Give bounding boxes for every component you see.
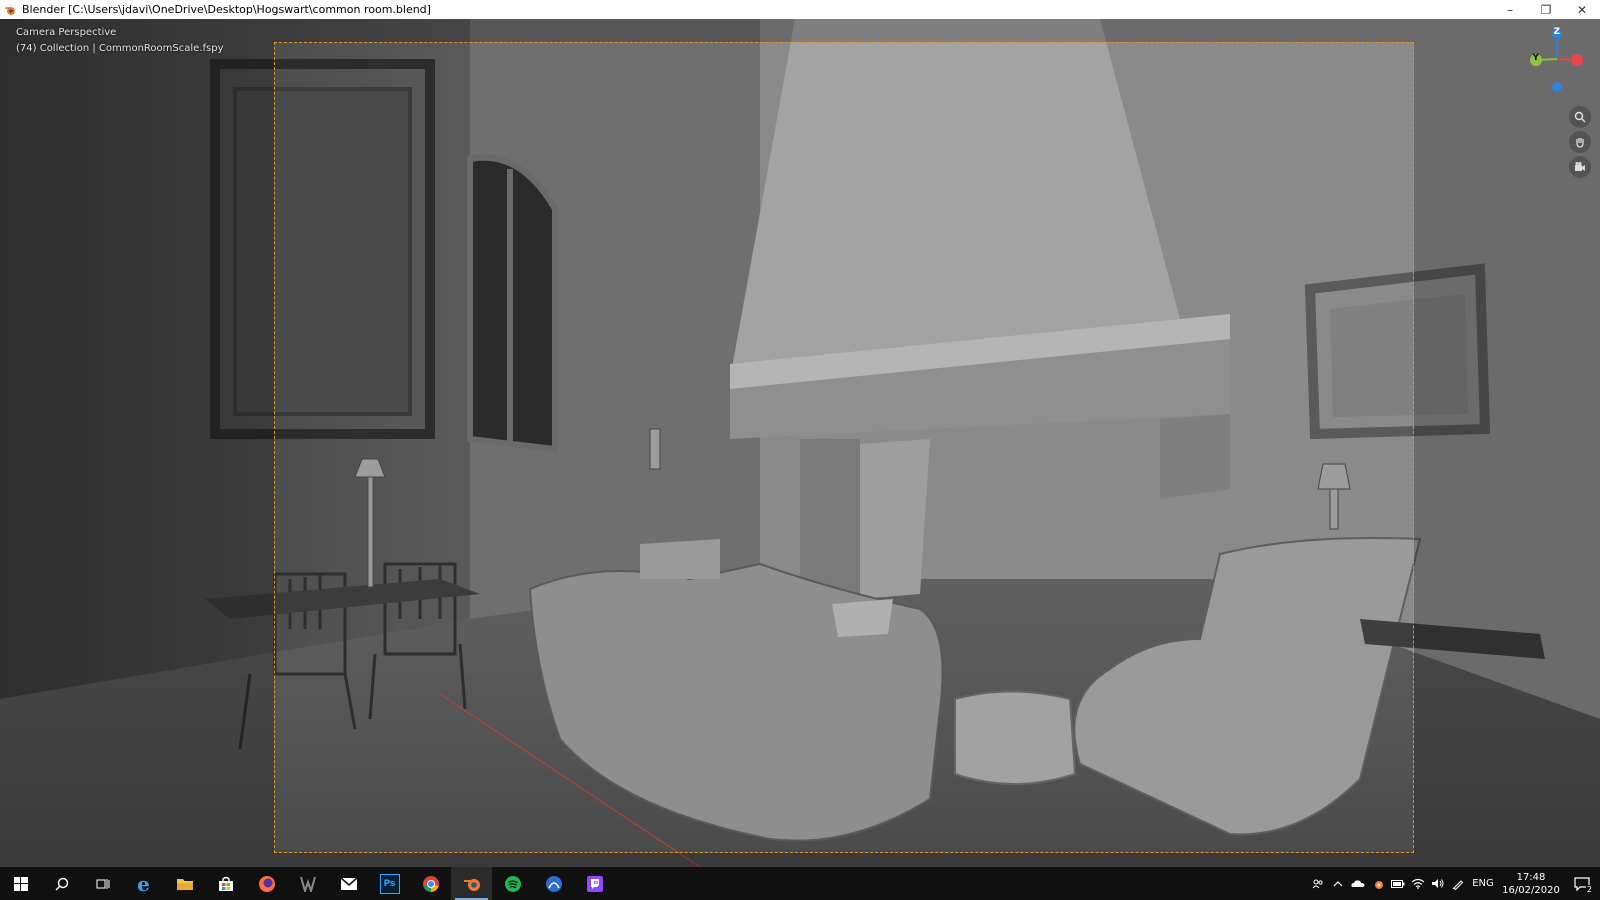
clock-time: 17:48 [1516, 871, 1546, 883]
close-button[interactable]: ✕ [1564, 0, 1600, 19]
blender-logo-icon [4, 4, 16, 16]
wifi-icon[interactable] [1408, 867, 1428, 900]
windows-taskbar: e Ps ENG 17:48 16/02/2020 2 [0, 867, 1600, 900]
windows-icon [13, 876, 28, 891]
system-tray: ENG 17:48 16/02/2020 2 [1308, 867, 1600, 900]
spotify-app[interactable] [492, 867, 533, 900]
edge-icon: e [137, 871, 150, 896]
predator-app[interactable] [287, 867, 328, 900]
x-axis-icon [1571, 54, 1583, 66]
twitch-icon [586, 875, 603, 892]
zoom-icon[interactable] [1569, 106, 1591, 128]
show-hidden-icons-icon[interactable] [1328, 867, 1348, 900]
neg-z-axis-icon [1552, 82, 1562, 92]
twitch-app[interactable] [574, 867, 615, 900]
clock[interactable]: 17:48 16/02/2020 [1498, 871, 1564, 897]
language-indicator[interactable]: ENG [1468, 878, 1498, 889]
search-icon [55, 877, 68, 890]
pen-icon[interactable] [1448, 867, 1468, 900]
onedrive-icon[interactable] [1348, 867, 1368, 900]
chrome-app[interactable] [410, 867, 451, 900]
firefox-icon [258, 875, 275, 892]
viewport-collection-label: (74) Collection | CommonRoomScale.fspy [16, 43, 224, 54]
file-explorer-app[interactable] [164, 867, 205, 900]
search-button[interactable] [41, 867, 82, 900]
battery-icon[interactable] [1388, 867, 1408, 900]
task-view-icon [96, 878, 109, 889]
photoshop-icon: Ps [379, 873, 400, 894]
chrome-icon [422, 875, 439, 892]
people-icon[interactable] [1308, 867, 1328, 900]
firefox-app[interactable] [246, 867, 287, 900]
store-app[interactable] [205, 867, 246, 900]
window-title: Blender [C:\Users\jdavi\OneDrive\Desktop… [22, 3, 431, 16]
volume-icon[interactable] [1428, 867, 1448, 900]
camera-frame [274, 42, 1414, 853]
camera-view-icon[interactable] [1569, 156, 1591, 178]
ps-remote-app[interactable] [533, 867, 574, 900]
viewport-mode-label: Camera Perspective [16, 27, 117, 38]
y-axis-label: Y [1532, 53, 1539, 63]
predator-icon [299, 876, 316, 892]
store-icon [218, 876, 233, 891]
clock-date: 16/02/2020 [1502, 884, 1560, 896]
task-view-button[interactable] [82, 867, 123, 900]
action-center-button[interactable]: 2 [1564, 867, 1600, 900]
blender-icon [463, 878, 480, 891]
minimize-button[interactable]: – [1492, 0, 1528, 19]
restore-button[interactable]: ❐ [1528, 0, 1564, 19]
3d-viewport[interactable]: Camera Perspective (74) Collection | Com… [0, 19, 1600, 867]
photoshop-app[interactable]: Ps [369, 867, 410, 900]
blender-tray-icon[interactable] [1368, 867, 1388, 900]
z-axis-label: Z [1553, 27, 1560, 37]
mail-app[interactable] [328, 867, 369, 900]
hand-pan-icon[interactable] [1569, 131, 1591, 153]
spotify-icon [504, 875, 521, 892]
blender-app[interactable] [451, 867, 492, 900]
start-button[interactable] [0, 867, 41, 900]
edge-app[interactable]: e [123, 867, 164, 900]
navigation-gizmo[interactable]: Z Y [1510, 19, 1600, 219]
remote-icon [545, 875, 562, 892]
folder-icon [176, 879, 193, 890]
notification-badge: 2 [1585, 885, 1593, 894]
mail-icon [340, 876, 357, 890]
window-titlebar: Blender [C:\Users\jdavi\OneDrive\Desktop… [0, 0, 1600, 19]
